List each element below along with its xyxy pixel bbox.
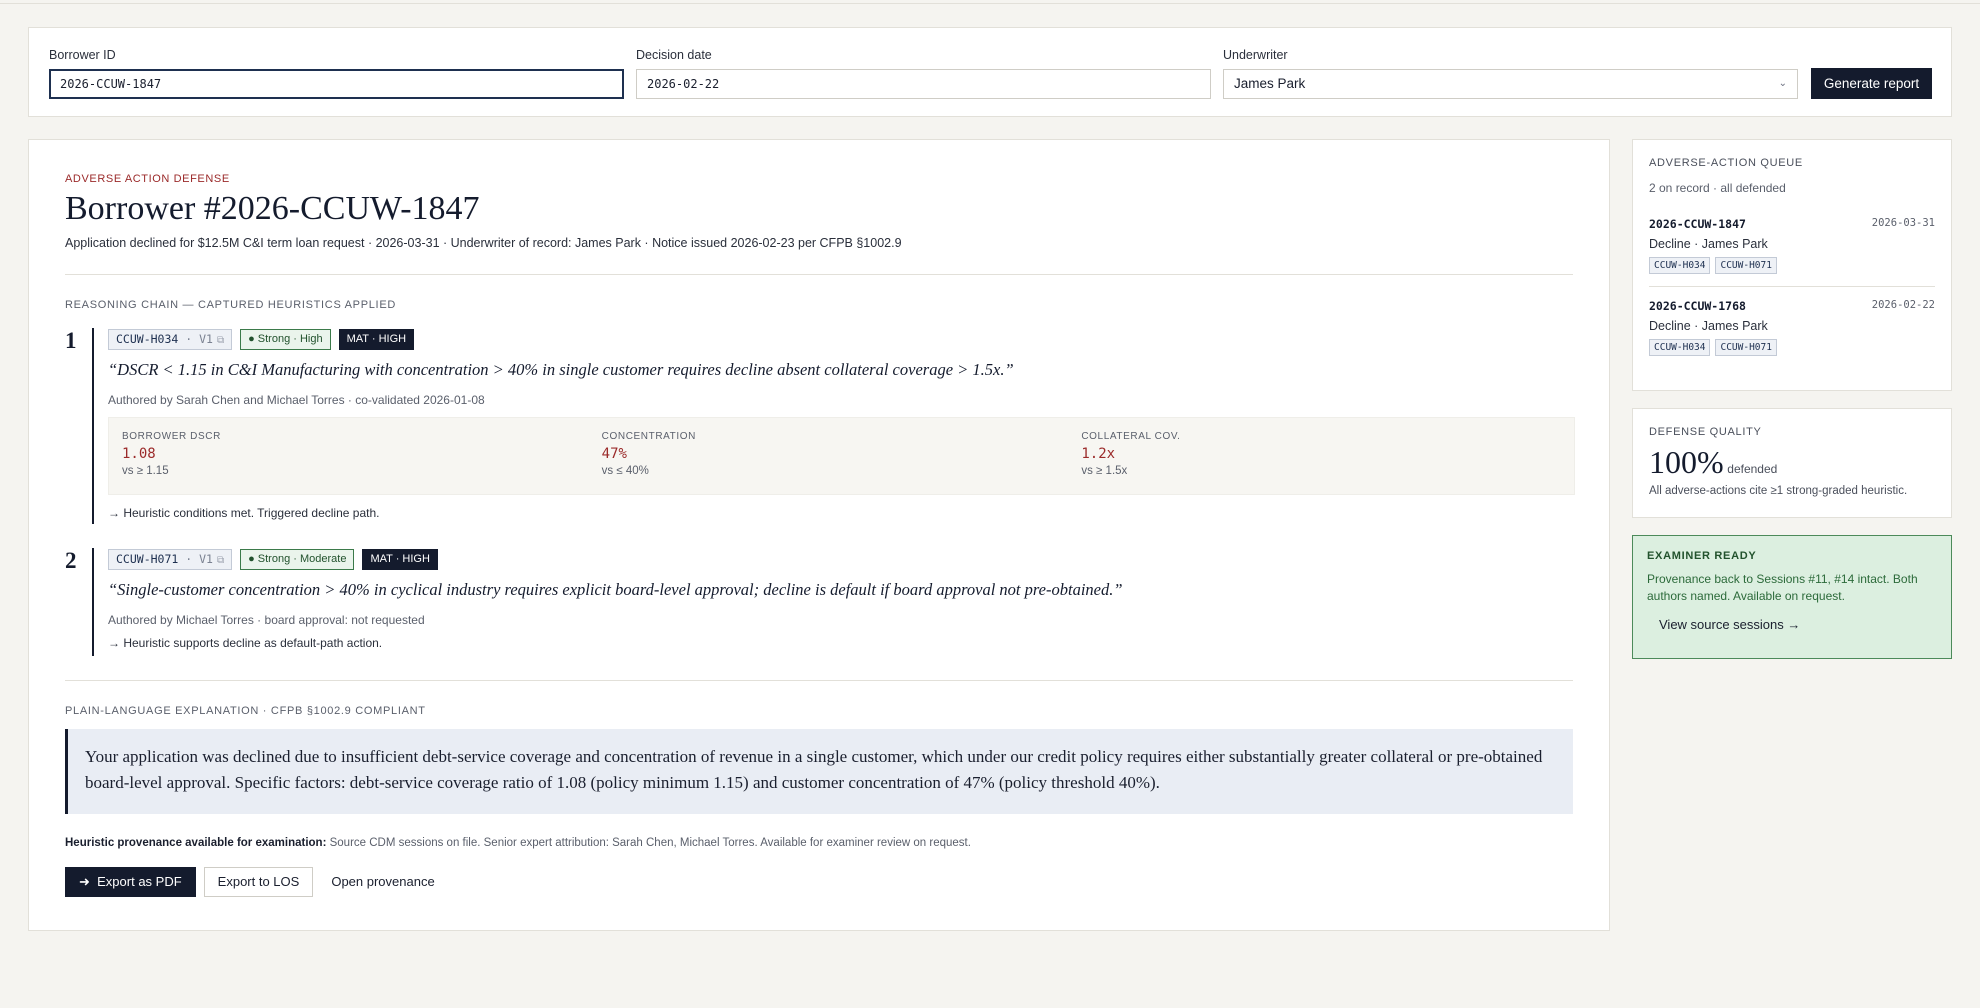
step-outcome: → Heuristic supports decline as default-… xyxy=(108,636,383,650)
heuristic-quote: “DSCR < 1.15 in C&I Manufacturing with c… xyxy=(108,360,1014,379)
export-pdf-label: Export as PDF xyxy=(97,874,182,889)
metric-dscr: BORROWER DSCR 1.08 vs ≥ 1.15 xyxy=(122,431,602,481)
heuristic-version: · V1 xyxy=(185,551,213,566)
step-number: 2 xyxy=(65,548,77,573)
divider xyxy=(65,680,1573,681)
underwriter-field: Underwriter James Park ⌄ xyxy=(1223,48,1798,99)
materiality-badge: MAT · HIGH xyxy=(362,548,438,570)
underwriter-select[interactable]: James Park ⌄ xyxy=(1223,69,1798,99)
underwriter-label: Underwriter xyxy=(1223,48,1288,62)
export-los-button[interactable]: Export to LOS xyxy=(203,867,314,897)
heuristic-id-chip[interactable]: CCUW-H071 · V1 ⧉ xyxy=(108,548,233,570)
metric-threshold: vs ≤ 40% xyxy=(601,465,649,477)
heuristic-id: CCUW-H034 xyxy=(116,331,179,346)
queue-summary: 2 on record · all defended xyxy=(1649,181,1786,195)
metric-value: 1.2x xyxy=(1081,446,1116,462)
divider xyxy=(65,274,1573,275)
step-outcome: → Heuristic conditions met. Triggered de… xyxy=(108,506,380,520)
adverse-action-queue: ADVERSE-ACTION QUEUE 2 on record · all d… xyxy=(1632,139,1952,391)
metric-concentration: CONCENTRATION 47% vs ≤ 40% xyxy=(602,431,1082,481)
metric-value: 1.08 xyxy=(122,446,156,462)
decision-date-label: Decision date xyxy=(636,48,712,62)
defense-quality-card: DEFENSE QUALITY 100% defended All advers… xyxy=(1632,408,1952,518)
heuristic-authors: Authored by Sarah Chen and Michael Torre… xyxy=(108,393,485,407)
heuristic-tag: CCUW-H071 xyxy=(1715,339,1777,356)
metric-label: BORROWER DSCR xyxy=(122,431,221,442)
copy-icon[interactable]: ⧉ xyxy=(217,555,224,566)
strength-badge: ● Strong · High xyxy=(240,328,331,350)
metric-value: 47% xyxy=(601,446,627,462)
page-title: Borrower #2026-CCUW-1847 xyxy=(65,190,480,227)
filter-bar: Borrower ID 2026-CCUW-1847 Decision date… xyxy=(28,27,1952,117)
queue-item-tags: CCUW-H034 CCUW-H071 xyxy=(1649,339,1935,356)
chevron-down-icon: ⌄ xyxy=(1778,78,1787,89)
metric-collateral: COLLATERAL COV. 1.2x vs ≥ 1.5x xyxy=(1081,431,1561,481)
quality-unit: defended xyxy=(1727,462,1778,476)
heuristic-tag: CCUW-H034 xyxy=(1649,339,1711,356)
step-body: CCUW-H071 · V1 ⧉ ● Strong · Moderate MAT … xyxy=(108,548,1575,650)
decision-date-input[interactable]: 2026-02-22 xyxy=(636,69,1211,99)
provenance-heading: Heuristic provenance available for exami… xyxy=(65,837,327,849)
view-source-sessions-link[interactable]: View source sessions → xyxy=(1647,617,1937,632)
decision-date-field: Decision date 2026-02-22 xyxy=(636,48,1211,99)
queue-item-date: 2026-02-22 xyxy=(1871,299,1935,311)
heuristic-id-chip[interactable]: CCUW-H034 · V1 ⧉ xyxy=(108,328,233,350)
quality-metric: 100% defended xyxy=(1649,444,1935,481)
quality-label: DEFENSE QUALITY xyxy=(1649,426,1762,438)
open-provenance-button[interactable]: Open provenance xyxy=(321,867,444,897)
heuristic-tags: CCUW-H071 · V1 ⧉ ● Strong · Moderate MAT … xyxy=(108,548,1575,570)
provenance-note: Heuristic provenance available for exami… xyxy=(65,837,971,849)
heuristic-tag: CCUW-H034 xyxy=(1649,257,1711,274)
queue-item-desc: Decline · James Park xyxy=(1649,237,1768,251)
copy-icon[interactable]: ⧉ xyxy=(217,335,224,346)
heuristic-quote: “Single-customer concentration > 40% in … xyxy=(108,580,1123,599)
step-body: CCUW-H034 · V1 ⧉ ● Strong · High MAT · HI… xyxy=(108,328,1575,520)
export-pdf-button[interactable]: ➜ Export as PDF xyxy=(65,867,196,897)
step-rule xyxy=(92,548,94,656)
queue-item[interactable]: 2026-CCUW-1768 2026-02-22 Decline · Jame… xyxy=(1649,299,1935,368)
reasoning-step: 1 CCUW-H034 · V1 ⧉ ● Strong · High MAT · … xyxy=(65,328,1575,524)
quality-note: All adverse-actions cite ≥1 strong-grade… xyxy=(1649,485,1908,497)
metrics-panel: BORROWER DSCR 1.08 vs ≥ 1.15 CONCENTRATI… xyxy=(108,417,1575,495)
borrower-id-field: Borrower ID 2026-CCUW-1847 xyxy=(49,48,624,99)
report-card: ADVERSE ACTION DEFENSE Borrower #2026-CC… xyxy=(28,139,1610,931)
generate-report-button[interactable]: Generate report xyxy=(1811,68,1932,99)
heuristic-id: CCUW-H071 xyxy=(116,551,179,566)
metric-threshold: vs ≥ 1.5x xyxy=(1081,465,1128,477)
metric-label: CONCENTRATION xyxy=(601,431,696,442)
step-rule xyxy=(92,328,94,524)
heuristic-version: · V1 xyxy=(185,331,213,346)
queue-item-desc: Decline · James Park xyxy=(1649,319,1768,333)
report-actions: ➜ Export as PDF Export to LOS Open prove… xyxy=(65,867,445,897)
borrower-id-input[interactable]: 2026-CCUW-1847 xyxy=(49,69,624,99)
provenance-text: Source CDM sessions on file. Senior expe… xyxy=(326,837,971,849)
report-eyebrow: ADVERSE ACTION DEFENSE xyxy=(65,173,230,185)
heuristic-tags: CCUW-H034 · V1 ⧉ ● Strong · High MAT · HI… xyxy=(108,328,1575,350)
plain-language-explanation: Your application was declined due to ins… xyxy=(65,729,1573,814)
report-subtitle: Application declined for $12.5M C&I term… xyxy=(65,236,902,250)
queue-item-tags: CCUW-H034 CCUW-H071 xyxy=(1649,257,1935,274)
metric-threshold: vs ≥ 1.15 xyxy=(122,465,169,477)
reasoning-label: REASONING CHAIN — CAPTURED HEURISTICS AP… xyxy=(65,299,396,311)
quality-value: 100% xyxy=(1649,444,1724,480)
explanation-label: PLAIN-LANGUAGE EXPLANATION · CFPB §1002.… xyxy=(65,705,426,717)
arrow-right-icon: ➜ xyxy=(79,874,90,889)
examiner-text: Provenance back to Sessions #11, #14 int… xyxy=(1647,572,1918,603)
queue-item-date: 2026-03-31 xyxy=(1871,217,1935,229)
examiner-ready-card: EXAMINER READY Provenance back to Sessio… xyxy=(1632,535,1952,659)
metric-label: COLLATERAL COV. xyxy=(1081,431,1181,442)
underwriter-value: James Park xyxy=(1234,76,1306,91)
reasoning-step: 2 CCUW-H071 · V1 ⧉ ● Strong · Moderate MA… xyxy=(65,548,1575,656)
queue-label: ADVERSE-ACTION QUEUE xyxy=(1649,157,1803,169)
strength-badge: ● Strong · Moderate xyxy=(240,548,355,570)
examiner-label: EXAMINER READY xyxy=(1647,550,1757,562)
heuristic-tag: CCUW-H071 xyxy=(1715,257,1777,274)
queue-item[interactable]: 2026-CCUW-1847 2026-03-31 Decline · Jame… xyxy=(1649,217,1935,287)
materiality-badge: MAT · HIGH xyxy=(338,328,415,350)
step-number: 1 xyxy=(65,328,77,353)
borrower-id-label: Borrower ID xyxy=(49,48,116,62)
heuristic-authors: Authored by Michael Torres · board appro… xyxy=(108,613,425,627)
top-divider xyxy=(0,3,1980,4)
